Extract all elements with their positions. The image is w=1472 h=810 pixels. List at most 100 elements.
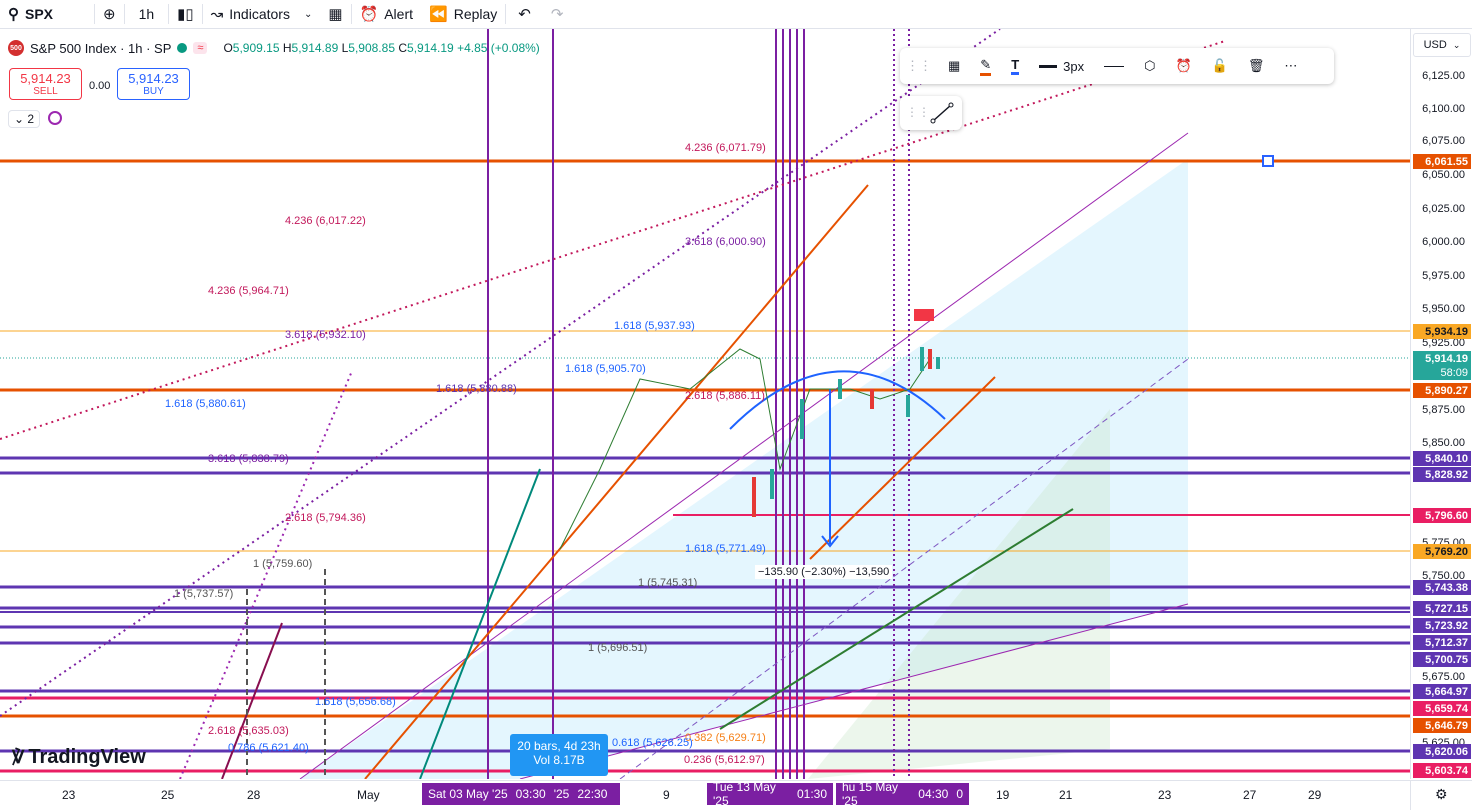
delete-button[interactable]: 🗑 [1238, 58, 1275, 74]
bars-count: 20 bars, 4d 23h [517, 739, 601, 753]
plus-circle-icon: ⊕ [103, 6, 116, 23]
chevron-down-icon: ⌄ [1452, 39, 1461, 50]
time-axis[interactable]: 23 25 28 May 9 19 21 23 27 29 Sat 03 May… [0, 780, 1410, 810]
price-label[interactable]: 5,840.10 [1413, 451, 1471, 466]
close-value: 5,914.19 [407, 41, 454, 55]
top-toolbar: ⚲ SPX ⊕ 1h ▮▯ ↝ Indicators ⌄ ▦ ⏰ Alert ⏪… [0, 0, 1472, 29]
trend-line-tool-icon[interactable] [930, 102, 954, 124]
open-value: 5,909.15 [232, 41, 280, 55]
pencil-icon: ✎ [980, 57, 992, 76]
price-label[interactable]: 5,712.37 [1413, 635, 1471, 650]
time-tick: 27 [1243, 788, 1257, 802]
price-label[interactable]: 5,700.75 [1413, 652, 1471, 667]
time-tick: May [357, 788, 380, 802]
last-price-label[interactable]: 5,914.19 [1413, 351, 1471, 366]
interval-button[interactable]: 1h [125, 0, 169, 28]
price-label[interactable]: 5,646.79 [1413, 718, 1471, 733]
more-button[interactable]: ⋯ [1274, 58, 1307, 74]
symbol-search[interactable]: ⚲ SPX [0, 0, 94, 28]
trend-line[interactable] [179, 370, 353, 779]
template-button[interactable]: ▦ [938, 58, 970, 74]
fib-label: 1.618 (5,656.68) [315, 696, 396, 708]
fib-label: 3.618 (5,838.79) [208, 453, 289, 465]
price-label[interactable]: 5,796.60 [1413, 508, 1471, 523]
drag-handle-icon[interactable]: ⋮⋮ [906, 105, 930, 119]
add-alert-button[interactable]: ⏰ [1165, 58, 1201, 74]
compare-button[interactable]: ⊕ [95, 0, 124, 28]
template-icon: ▦ [948, 58, 961, 73]
fib-label: 1 (5,759.60) [253, 558, 313, 570]
price-label[interactable]: 5,769.20 [1413, 544, 1471, 559]
price-tick: 6,000.00 [1422, 236, 1465, 248]
indicators-collapse-button[interactable]: ⌄ 2 [8, 110, 41, 128]
time-range-pill[interactable]: hu 15 May '25 04:30 0 [836, 780, 969, 808]
price-label[interactable]: 5,934.19 [1413, 324, 1471, 339]
time-tick: 19 [996, 788, 1010, 802]
time-tick: 23 [62, 788, 76, 802]
fib-label: 2.618 (5,794.36) [285, 512, 366, 524]
line-width-button[interactable]: 3px [1029, 59, 1094, 74]
price-label[interactable]: 5,743.38 [1413, 580, 1471, 595]
chart-type-button[interactable]: ▮▯ [169, 0, 202, 28]
price-label[interactable]: 5,659.74 [1413, 701, 1471, 716]
price-label[interactable]: 5,603.74 [1413, 763, 1471, 778]
settings-button[interactable]: ⬡ [1134, 58, 1165, 74]
price-label[interactable]: 5,727.15 [1413, 601, 1471, 616]
lock-icon: 🔓 [1211, 58, 1228, 73]
undo-button[interactable]: ↶ [506, 0, 543, 28]
price-tick: 6,025.00 [1422, 203, 1465, 215]
price-label[interactable]: 6,061.55 [1413, 154, 1471, 169]
line-handle[interactable] [1262, 155, 1274, 167]
brand-label: TradingView [28, 746, 146, 768]
fib-label: 1.618 (5,880.61) [165, 398, 246, 410]
candles-icon: ▮▯ [177, 6, 194, 23]
sell-button[interactable]: 5,914.23 SELL [9, 68, 82, 100]
time-pill-label: 03:30 [515, 787, 546, 801]
line-style-button[interactable] [1094, 65, 1134, 67]
price-label[interactable]: 5,664.97 [1413, 684, 1471, 699]
axis-settings[interactable]: ⚙ [1410, 780, 1472, 810]
symbol-legend[interactable]: 500 S&P 500 Index · 1h · SP ≈ O5,909.15 … [8, 40, 540, 56]
drag-handle-icon[interactable]: ⋮⋮ [900, 58, 938, 74]
lock-button[interactable]: 🔓 [1202, 58, 1238, 74]
replay-label: Replay [453, 6, 498, 22]
measure-label: −135.90 (−2.30%) −13,590 [755, 565, 893, 579]
fib-label: 1 (5,696.51) [588, 642, 648, 654]
price-label[interactable]: 5,620.06 [1413, 744, 1471, 759]
redo-button[interactable]: ↷ [543, 0, 572, 28]
price-label[interactable]: 5,723.92 [1413, 618, 1471, 633]
price-axis[interactable]: USD ⌄ 6,125.00 6,100.00 6,075.00 6,050.0… [1410, 29, 1472, 779]
change-value: +4.85 (+0.08%) [457, 41, 540, 55]
price-tick: 5,850.00 [1422, 437, 1465, 449]
spread-value: 0.00 [89, 80, 111, 92]
layouts-button[interactable]: ▦ [320, 0, 350, 28]
close-key: C [398, 41, 408, 55]
bars-volume: Vol 8.17B [533, 753, 585, 767]
time-tick: 23 [1158, 788, 1172, 802]
refresh-icon[interactable] [48, 111, 62, 125]
text-color-button[interactable]: T [1001, 57, 1029, 75]
countdown-label: 58:09 [1413, 365, 1471, 380]
chart-pane[interactable]: 4.236 (6,071.79) 4.236 (6,017.22) 4.236 … [0, 29, 1410, 779]
replay-button[interactable]: ⏪ Replay [421, 0, 505, 28]
alert-button[interactable]: ⏰ Alert [352, 0, 421, 28]
line-style-icon [1104, 65, 1125, 67]
trend-line[interactable] [221, 622, 283, 779]
time-range-pill[interactable]: Tue 13 May '25 01:30 [707, 780, 833, 808]
bars-range-box: 20 bars, 4d 23h Vol 8.17B [510, 734, 608, 776]
time-range-pill[interactable]: Sat 03 May '25 03:30 '25 22:30 [422, 783, 620, 805]
redo-icon: ↷ [550, 6, 564, 23]
price-label[interactable]: 5,828.92 [1413, 467, 1471, 482]
time-pill-label: '25 [553, 787, 570, 801]
open-key: O [223, 41, 233, 55]
currency-select[interactable]: USD ⌄ [1413, 33, 1471, 57]
high-key: H [282, 41, 292, 55]
flag-icon[interactable] [914, 309, 934, 321]
buy-button[interactable]: 5,914.23 BUY [117, 68, 190, 100]
tradingview-logo[interactable]: ℣ TradingView [12, 746, 146, 769]
line-color-button[interactable]: ✎ [970, 57, 1001, 76]
indicators-button[interactable]: ↝ Indicators ⌄ [203, 0, 321, 28]
price-label[interactable]: 5,890.27 [1413, 383, 1471, 398]
chevron-down-icon: ⌄ [303, 8, 313, 20]
rewind-icon: ⏪ [429, 6, 448, 23]
